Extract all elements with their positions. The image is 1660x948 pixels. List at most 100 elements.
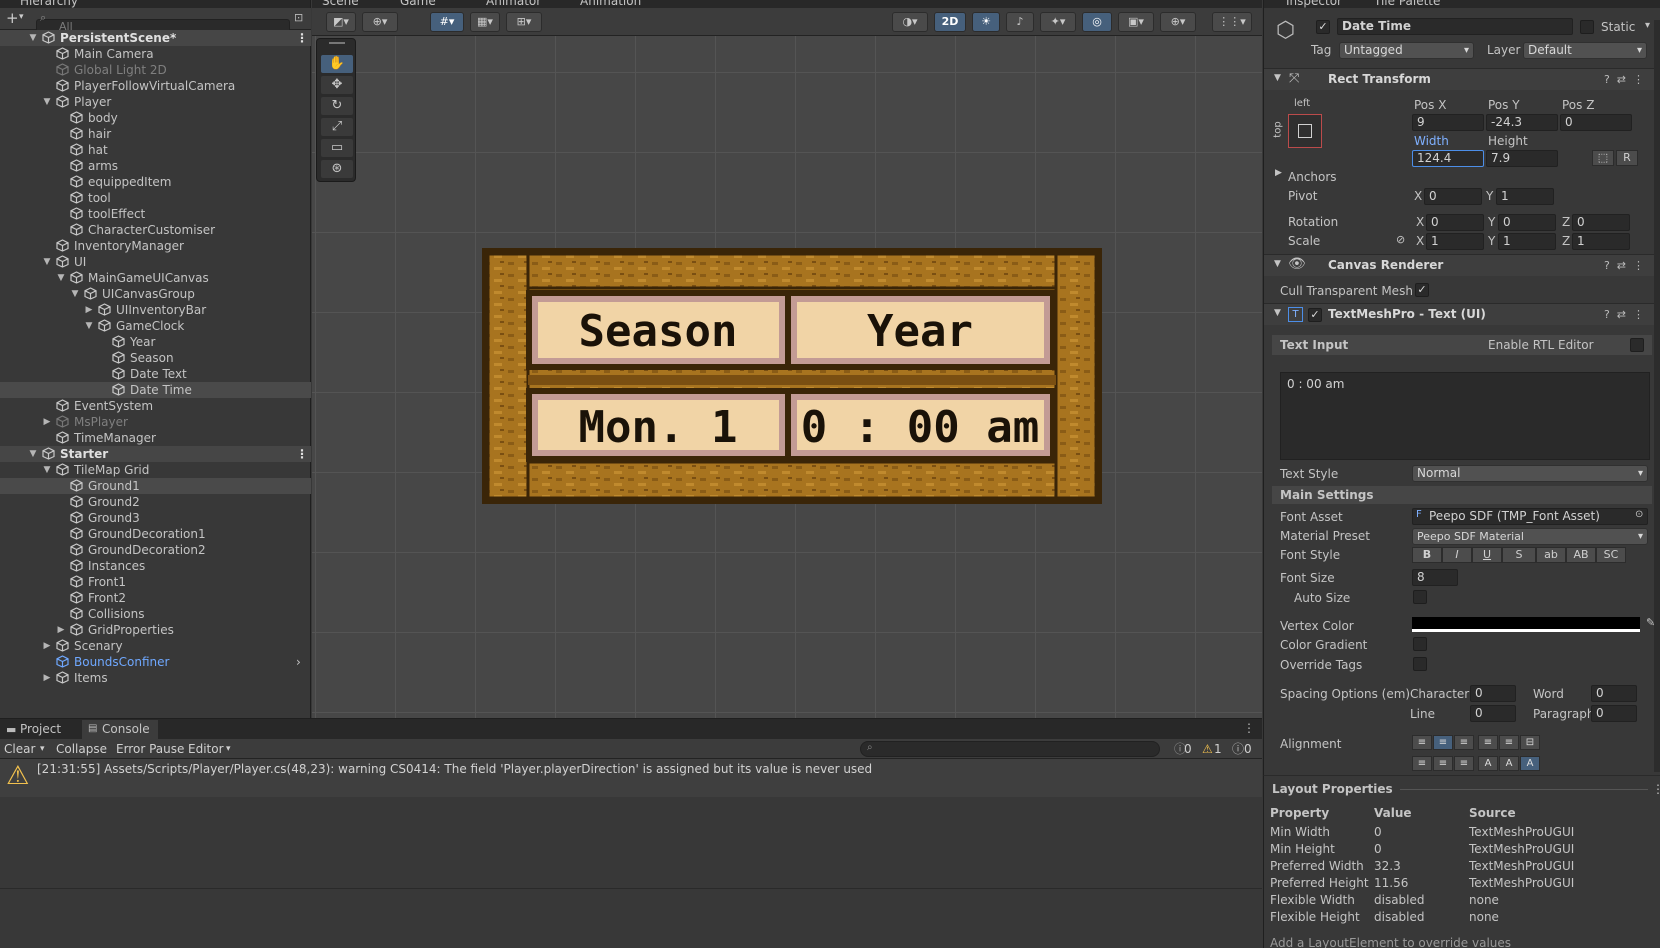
object-name-field[interactable]: Date Time: [1337, 18, 1573, 35]
visibility-button[interactable]: ◎: [1082, 12, 1112, 32]
align-middle-icon[interactable]: ≡: [1433, 756, 1453, 771]
transform-tool-icon[interactable]: ⊛: [321, 160, 353, 178]
hierarchy-row[interactable]: ▼ TileMap Grid: [0, 462, 311, 478]
width-field[interactable]: 124.4: [1412, 150, 1484, 167]
tab-game[interactable]: Game: [400, 0, 436, 8]
gizmos-button[interactable]: ⊕▾: [1160, 12, 1196, 32]
blueprint-mode-button[interactable]: ⬚: [1592, 150, 1614, 166]
foldout-arrow-icon[interactable]: ▼: [42, 254, 52, 270]
foldout-arrow-icon[interactable]: ▶: [42, 638, 52, 654]
text-style-dropdown[interactable]: Normal: [1412, 465, 1648, 482]
textmeshpro-header[interactable]: ▼ T ✓ TextMeshPro - Text (UI) ?⇄⋮: [1264, 303, 1660, 325]
object-picker-icon[interactable]: ⊙: [1635, 509, 1643, 520]
active-checkbox[interactable]: ✓: [1316, 20, 1330, 34]
tab-scene[interactable]: Scene: [322, 0, 359, 8]
hand-tool-icon[interactable]: ✋: [321, 55, 353, 73]
cull-transparent-mesh-checkbox[interactable]: ✓: [1415, 283, 1429, 297]
component-menu-icons[interactable]: ?⇄⋮: [1604, 73, 1651, 86]
hierarchy-row[interactable]: ▶ MsPlayer: [0, 414, 311, 430]
foldout-arrow-icon[interactable]: ▶: [42, 670, 52, 686]
hierarchy-row[interactable]: ▶ UIInventoryBar: [0, 302, 311, 318]
foldout-arrow-icon[interactable]: ▼: [84, 318, 94, 334]
align-justify-icon[interactable]: ≡: [1478, 735, 1498, 750]
hierarchy-row[interactable]: ▶ GridProperties: [0, 622, 311, 638]
tab-project[interactable]: Project: [0, 720, 69, 739]
hierarchy-row[interactable]: ▼ UICanvasGroup: [0, 286, 311, 302]
hierarchy-row[interactable]: Front2: [0, 590, 311, 606]
foldout-arrow-icon[interactable]: ▼: [42, 94, 52, 110]
rotation-x-field[interactable]: 0: [1426, 214, 1484, 231]
rotation-z-field[interactable]: 0: [1572, 214, 1630, 231]
pos-x-field[interactable]: 9: [1412, 114, 1484, 131]
scale-y-field[interactable]: 1: [1498, 233, 1556, 250]
word-spacing-field[interactable]: 0: [1591, 685, 1637, 702]
character-spacing-field[interactable]: 0: [1470, 685, 1516, 702]
line-spacing-field[interactable]: 0: [1470, 705, 1516, 722]
hierarchy-scene-row[interactable]: ▼ PersistentScene* ⋮: [0, 30, 311, 46]
hierarchy-row[interactable]: GroundDecoration1: [0, 526, 311, 542]
uppercase-button[interactable]: AB: [1566, 547, 1596, 563]
hierarchy-row[interactable]: hat: [0, 142, 311, 158]
chevron-down-icon[interactable]: ▾: [222, 741, 235, 757]
component-menu-icons[interactable]: ?⇄⋮: [1604, 259, 1651, 272]
vertex-color-swatch[interactable]: [1412, 617, 1640, 632]
lighting-toggle-button[interactable]: ☀: [972, 12, 1000, 32]
drag-handle[interactable]: [329, 42, 345, 44]
static-checkbox[interactable]: [1580, 20, 1594, 34]
2d-toggle-button[interactable]: 2D: [934, 12, 966, 32]
tab-tile-palette[interactable]: Tile Palette: [1374, 0, 1440, 8]
align-top-icon[interactable]: ≡: [1412, 756, 1432, 771]
hierarchy-row[interactable]: ▶ Scenary: [0, 638, 311, 654]
scene-menu-icon[interactable]: ⋮: [296, 446, 308, 462]
hierarchy-row[interactable]: hair: [0, 126, 311, 142]
raw-edit-button[interactable]: R: [1616, 150, 1638, 166]
override-tags-checkbox[interactable]: [1413, 657, 1427, 671]
chevron-down-icon[interactable]: ▾: [1645, 20, 1650, 31]
smallcaps-button[interactable]: SC: [1596, 547, 1626, 563]
paragraph-spacing-field[interactable]: 0: [1591, 705, 1637, 722]
more-icon[interactable]: ⋮: [1243, 721, 1255, 735]
font-size-field[interactable]: 8: [1412, 569, 1458, 586]
align-bottom-icon[interactable]: ≡: [1454, 756, 1474, 771]
effects-button[interactable]: ✦▾: [1040, 12, 1076, 32]
foldout-arrow-icon[interactable]: ▶: [1275, 168, 1282, 178]
collapse-button[interactable]: Collapse: [52, 741, 111, 757]
more-icon[interactable]: ⋮: [1652, 782, 1660, 796]
hierarchy-row[interactable]: ▼ UI: [0, 254, 311, 270]
shading-mode-button[interactable]: ◑▾: [892, 12, 928, 32]
hierarchy-row[interactable]: ▼ MainGameUICanvas: [0, 270, 311, 286]
font-asset-field[interactable]: Peepo SDF (TMP_Font Asset): [1412, 508, 1648, 525]
foldout-arrow-icon[interactable]: ▼: [28, 30, 38, 46]
chevron-down-icon[interactable]: ▾: [19, 12, 24, 22]
hierarchy-row[interactable]: ▼ GameClock: [0, 318, 311, 334]
underline-button[interactable]: U: [1472, 547, 1502, 563]
rect-tool-icon[interactable]: ▭: [321, 139, 353, 157]
align-flush-icon[interactable]: ≡: [1499, 735, 1519, 750]
hierarchy-row[interactable]: Global Light 2D: [0, 62, 311, 78]
align-capline-icon[interactable]: A: [1520, 756, 1540, 771]
chevron-down-icon[interactable]: ▾: [36, 741, 49, 757]
layers-button[interactable]: ⋮⋮▾: [1212, 12, 1252, 32]
audio-toggle-button[interactable]: ♪: [1006, 12, 1034, 32]
pos-y-field[interactable]: -24.3: [1486, 114, 1558, 131]
align-right-icon[interactable]: ≡: [1454, 735, 1474, 750]
italic-button[interactable]: I: [1442, 547, 1472, 563]
rotation-y-field[interactable]: 0: [1498, 214, 1556, 231]
hierarchy-row[interactable]: ▼ Player: [0, 94, 311, 110]
warning-count[interactable]: 1: [1210, 741, 1226, 757]
foldout-arrow-icon[interactable]: ▶: [42, 414, 52, 430]
hierarchy-row[interactable]: Instances: [0, 558, 311, 574]
tmp-enabled-checkbox[interactable]: ✓: [1308, 308, 1322, 322]
clear-button[interactable]: Clear: [0, 741, 39, 757]
info-count[interactable]: 0: [1180, 741, 1196, 757]
hierarchy-row[interactable]: tool: [0, 190, 311, 206]
hierarchy-row[interactable]: TimeManager: [0, 430, 311, 446]
game-clock-board[interactable]: Season Year Mon. 1 0 : 00 am: [482, 248, 1102, 504]
align-geometry-icon[interactable]: ⊟: [1520, 735, 1540, 750]
foldout-arrow-icon[interactable]: ▼: [1274, 259, 1281, 269]
hierarchy-tab[interactable]: Hierarchy: [20, 0, 78, 8]
foldout-arrow-icon[interactable]: ▼: [1274, 73, 1281, 83]
component-menu-icons[interactable]: ?⇄⋮: [1604, 308, 1651, 321]
foldout-arrow-icon[interactable]: ▶: [56, 622, 66, 638]
scale-z-field[interactable]: 1: [1572, 233, 1630, 250]
